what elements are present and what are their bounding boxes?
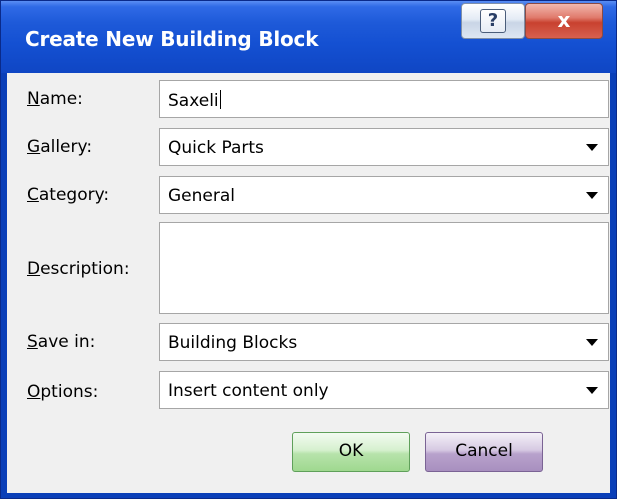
chevron-down-icon[interactable]	[586, 387, 598, 394]
category-label: Category:	[27, 185, 110, 205]
dialog-title: Create New Building Block	[25, 27, 319, 51]
category-select[interactable]: General	[159, 176, 609, 214]
chevron-down-icon[interactable]	[586, 144, 598, 151]
help-button[interactable]: ?	[461, 3, 525, 39]
save-in-label: Save in:	[27, 332, 96, 352]
text-caret	[219, 90, 221, 109]
description-textarea[interactable]	[159, 222, 609, 314]
gallery-select[interactable]: Quick Parts	[159, 128, 609, 166]
ok-button[interactable]: OK	[292, 432, 410, 472]
close-icon: x	[557, 8, 571, 32]
options-value: Insert content only	[168, 381, 329, 401]
name-input[interactable]: Saxeli	[159, 80, 609, 118]
title-bar[interactable]: Create New Building Block ? x	[1, 1, 616, 73]
gallery-label: Gallery:	[27, 137, 93, 157]
help-icon: ?	[480, 9, 506, 33]
chevron-down-icon[interactable]	[586, 192, 598, 199]
gallery-value: Quick Parts	[168, 138, 264, 158]
description-label: Description:	[27, 259, 130, 279]
chevron-down-icon[interactable]	[586, 339, 598, 346]
category-value: General	[168, 186, 235, 206]
dialog-body: Name: Saxeli Gallery: Quick Parts Catego…	[7, 73, 610, 493]
options-label: Options:	[27, 382, 99, 402]
cancel-button[interactable]: Cancel	[425, 432, 543, 472]
options-select[interactable]: Insert content only	[159, 371, 609, 409]
save-in-value: Building Blocks	[168, 333, 298, 353]
save-in-select[interactable]: Building Blocks	[159, 323, 609, 361]
name-value: Saxeli	[168, 91, 219, 111]
name-label: Name:	[27, 89, 83, 109]
create-building-block-dialog: Create New Building Block ? x Name: Saxe…	[0, 0, 617, 499]
close-button[interactable]: x	[525, 3, 603, 39]
